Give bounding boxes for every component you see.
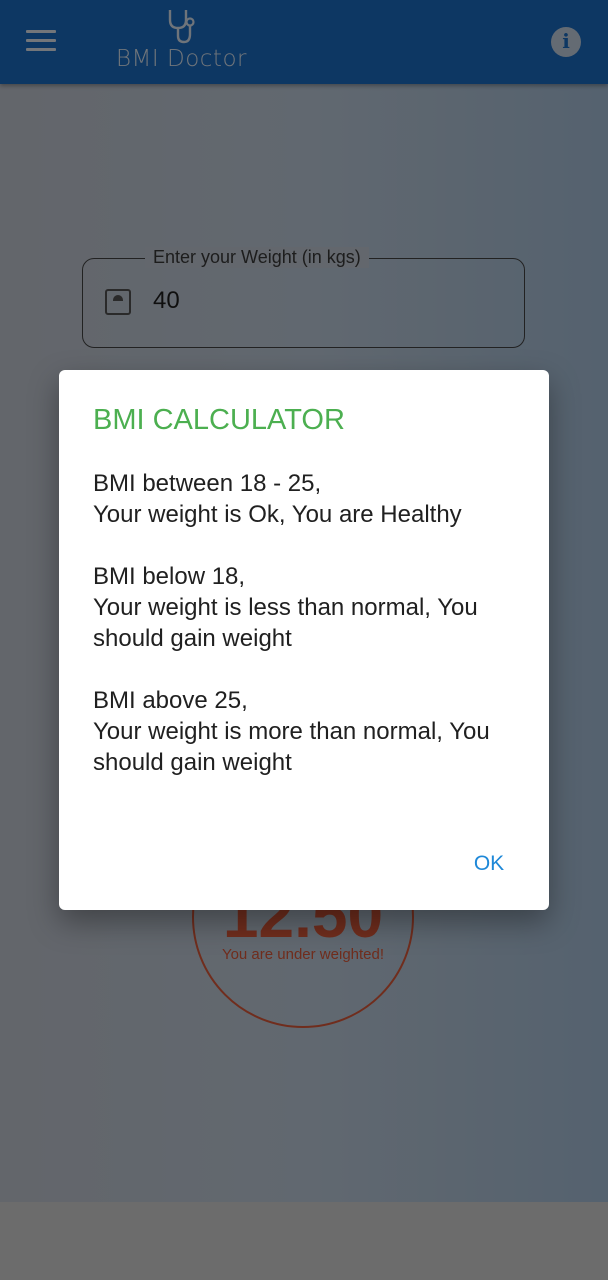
dialog-paragraph-healthy: BMI between 18 - 25, Your weight is Ok, …	[93, 470, 462, 528]
dialog-paragraph-overweight: BMI above 25, Your weight is more than n…	[93, 687, 490, 776]
dialog-body: BMI between 18 - 25, Your weight is Ok, …	[93, 468, 533, 809]
bmi-info-dialog: BMI CALCULATOR BMI between 18 - 25, Your…	[59, 370, 549, 910]
ok-button[interactable]: OK	[459, 846, 519, 882]
dialog-title: BMI CALCULATOR	[93, 404, 345, 436]
dialog-paragraph-underweight: BMI below 18, Your weight is less than n…	[93, 563, 478, 652]
